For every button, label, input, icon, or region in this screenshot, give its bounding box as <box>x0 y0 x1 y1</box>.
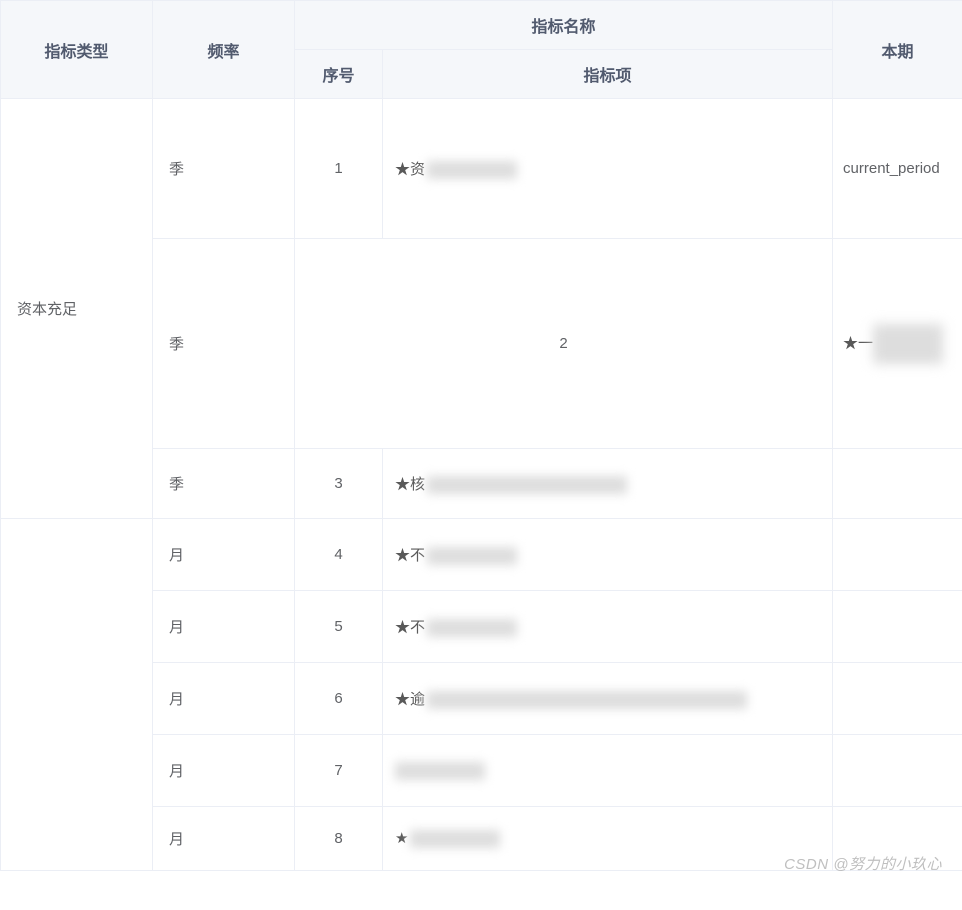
cell-current <box>833 449 962 519</box>
cell-seq: 7 <box>295 735 383 807</box>
item-prefix: ★核 <box>395 476 425 493</box>
cell-seq: 5 <box>295 591 383 663</box>
blur-redacted <box>427 161 517 179</box>
cell-item <box>383 735 833 807</box>
table-row: 资本充足 季 1 ★资 current_period <box>1 99 962 239</box>
cell-current <box>833 591 962 663</box>
cell-current <box>833 519 962 591</box>
blur-redacted <box>395 762 485 780</box>
cell-freq: 月 <box>153 663 295 735</box>
blur-redacted <box>427 691 747 709</box>
header-seq: 序号 <box>295 50 383 99</box>
cell-seq: 3 <box>295 449 383 519</box>
cell-item: ★逾 <box>383 663 833 735</box>
cell-item: ★资 <box>383 99 833 239</box>
header-item: 指标项 <box>383 50 833 99</box>
header-current: 本期 <box>833 1 962 99</box>
indicator-table: 指标类型 频率 指标名称 本期 序号 指标项 资本充足 季 1 ★资 curre… <box>0 0 962 871</box>
cell-current: current_period <box>833 99 962 239</box>
cell-seq: 1 <box>295 99 383 239</box>
header-type: 指标类型 <box>1 1 153 99</box>
cell-freq: 月 <box>153 519 295 591</box>
header-frequency: 频率 <box>153 1 295 99</box>
blur-redacted <box>410 830 500 848</box>
item-prefix: ★不 <box>395 619 425 636</box>
blur-redacted <box>427 619 517 637</box>
cell-freq: 月 <box>153 735 295 807</box>
item-prefix: ★一 <box>843 334 873 351</box>
item-prefix: ★不 <box>395 547 425 564</box>
blur-redacted <box>427 547 517 565</box>
table-header-row-1: 指标类型 频率 指标名称 本期 <box>1 1 962 50</box>
cell-freq: 季 <box>153 99 295 239</box>
item-prefix: ★逾 <box>395 691 425 708</box>
cell-item: ★不 <box>383 519 833 591</box>
cell-type-empty <box>1 519 153 871</box>
header-indicator-name: 指标名称 <box>295 1 833 50</box>
cell-current <box>833 735 962 807</box>
watermark: CSDN @努力的小玖心 <box>784 853 942 874</box>
cell-type: 资本充足 <box>1 99 153 519</box>
cell-seq: 8 <box>295 807 383 871</box>
item-prefix: ★资 <box>395 161 425 178</box>
cell-seq-merged: 2 <box>295 239 833 449</box>
table-row: 月 4 ★不 <box>1 519 962 591</box>
cell-item: ★不 <box>383 591 833 663</box>
cell-freq: 月 <box>153 807 295 871</box>
cell-freq: 季 <box>153 239 295 449</box>
cell-freq: 月 <box>153 591 295 663</box>
item-prefix: ★ <box>395 830 408 847</box>
cell-freq: 季 <box>153 449 295 519</box>
blur-redacted <box>873 324 943 364</box>
cell-current <box>833 663 962 735</box>
cell-item: ★ <box>383 807 833 871</box>
cell-seq: 4 <box>295 519 383 591</box>
cell-seq: 6 <box>295 663 383 735</box>
blur-redacted <box>427 476 627 494</box>
cell-item: ★核 <box>383 449 833 519</box>
cell-current: ★一 <box>833 239 962 449</box>
